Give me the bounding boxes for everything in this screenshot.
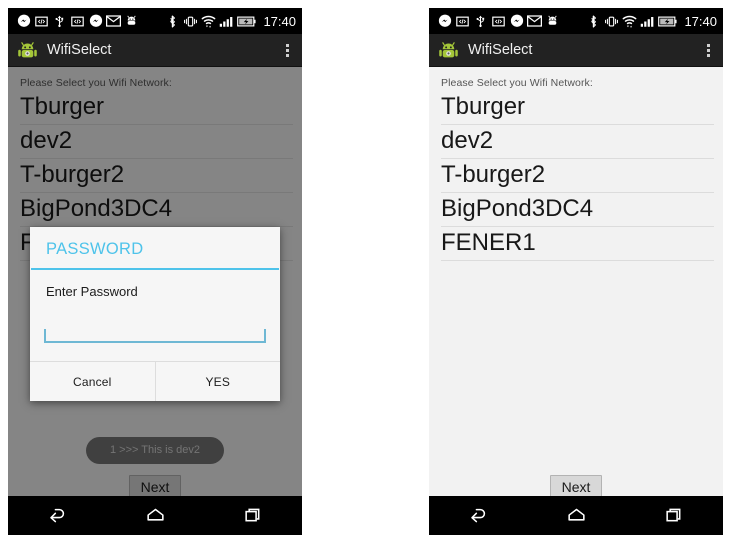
phone-screenshot-right: 17:40 WifiSelect Please Select you Wifi … — [429, 8, 723, 535]
status-bar-system-icons: 17:40 — [586, 14, 717, 29]
battery-charging-icon — [237, 14, 257, 29]
status-bar-clock: 17:40 — [684, 13, 717, 29]
screenshot-stage: 17:40 WifiSelect Please Select you Wifi … — [0, 0, 731, 543]
battery-charging-icon — [658, 14, 678, 29]
status-bar-clock: 17:40 — [263, 13, 296, 29]
list-item[interactable]: dev2 — [441, 125, 714, 159]
developer-mode-icon — [34, 14, 49, 29]
list-item[interactable]: Tburger — [441, 91, 714, 125]
app-title: WifiSelect — [47, 42, 112, 58]
dialog-buttons: Cancel YES — [30, 362, 280, 401]
recent-apps-icon[interactable] — [625, 496, 723, 535]
action-bar: WifiSelect — [8, 34, 302, 67]
app-title: WifiSelect — [468, 42, 533, 58]
list-item[interactable]: T-burger2 — [441, 159, 714, 193]
vibrate-icon — [604, 14, 619, 29]
action-bar: WifiSelect — [429, 34, 723, 67]
android-debug-icon — [124, 14, 139, 29]
wifi-icon — [201, 14, 216, 29]
overflow-menu-icon[interactable] — [280, 40, 294, 61]
recent-apps-icon[interactable] — [204, 496, 302, 535]
wifi-icon — [622, 14, 637, 29]
password-input-wrap — [30, 299, 280, 343]
back-icon[interactable] — [429, 496, 527, 535]
password-dialog: PASSWORD Enter Password Cancel YES — [30, 227, 280, 401]
dialog-title: PASSWORD — [46, 240, 144, 258]
overflow-menu-icon[interactable] — [701, 40, 715, 61]
dialog-spacer — [30, 343, 280, 361]
developer-mode-icon-2 — [491, 14, 506, 29]
vibrate-icon — [183, 14, 198, 29]
next-button-row: Next — [429, 475, 723, 496]
phone-screenshot-left: 17:40 WifiSelect Please Select you Wifi … — [8, 8, 302, 535]
list-item[interactable]: BigPond3DC4 — [441, 193, 714, 227]
email-icon — [527, 14, 542, 29]
navigation-bar — [429, 496, 723, 535]
confirm-button[interactable]: YES — [156, 362, 281, 401]
bluetooth-icon — [586, 14, 601, 29]
next-button[interactable]: Next — [549, 475, 603, 496]
usb-icon — [52, 14, 67, 29]
email-icon — [106, 14, 121, 29]
status-bar: 17:40 — [8, 8, 302, 34]
bluetooth-icon — [165, 14, 180, 29]
android-robot-icon — [438, 40, 459, 61]
dialog-message: Enter Password — [46, 284, 138, 299]
signal-bars-icon — [219, 14, 234, 29]
status-bar: 17:40 — [429, 8, 723, 34]
wifi-network-list: Tburger dev2 T-burger2 BigPond3DC4 FENER… — [429, 91, 723, 261]
navigation-bar — [8, 496, 302, 535]
home-icon[interactable] — [527, 496, 625, 535]
android-robot-icon — [17, 40, 38, 61]
password-input[interactable] — [44, 329, 266, 343]
instruction-label: Please Select you Wifi Network: — [441, 77, 593, 89]
status-bar-notification-icons — [437, 14, 586, 29]
app-content: Please Select you Wifi Network: Tburger … — [8, 67, 302, 496]
status-bar-notification-icons — [16, 14, 165, 29]
cancel-button[interactable]: Cancel — [30, 362, 155, 401]
messenger-icon — [437, 14, 452, 29]
home-icon[interactable] — [106, 496, 204, 535]
signal-bars-icon — [640, 14, 655, 29]
status-bar-system-icons: 17:40 — [165, 14, 296, 29]
developer-mode-icon — [455, 14, 470, 29]
messenger-icon-2 — [509, 14, 524, 29]
messenger-icon-2 — [88, 14, 103, 29]
messenger-icon — [16, 14, 31, 29]
developer-mode-icon-2 — [70, 14, 85, 29]
android-debug-icon — [545, 14, 560, 29]
usb-icon — [473, 14, 488, 29]
list-item[interactable]: FENER1 — [441, 227, 714, 261]
app-content: Please Select you Wifi Network: Tburger … — [429, 67, 723, 496]
back-icon[interactable] — [8, 496, 106, 535]
